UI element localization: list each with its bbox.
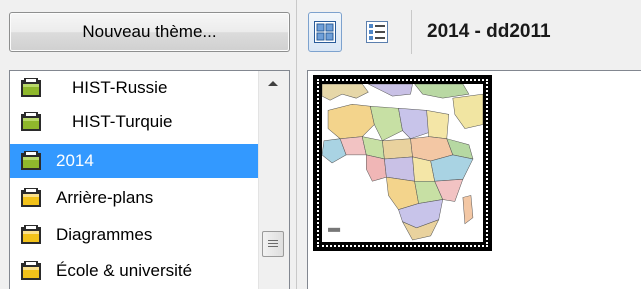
theme-item-label: 2014	[56, 151, 94, 170]
thumbnail-selection-frame	[317, 79, 488, 247]
theme-item-arriere-plans[interactable]: Arrière-plans	[10, 181, 260, 215]
album-title: 2014 - dd2011	[427, 21, 551, 42]
thumb-grip	[268, 240, 278, 241]
thumb-grip	[268, 243, 278, 244]
list-view-button[interactable]	[360, 12, 394, 52]
list-view-icon	[366, 21, 388, 43]
theme-item-label: HIST-Russie	[72, 78, 168, 97]
theme-item-2014[interactable]: 2014	[10, 144, 260, 178]
folder-icon	[21, 188, 41, 207]
scroll-up-arrow-icon[interactable]	[268, 81, 278, 86]
grid-view-button[interactable]	[308, 12, 342, 52]
theme-list[interactable]: HIST-Russie HIST-Turquie 2014 Arrière-pl…	[9, 70, 290, 289]
scroll-thumb[interactable]	[262, 231, 284, 257]
folder-icon	[21, 151, 41, 170]
new-theme-button[interactable]: Nouveau thème...	[9, 12, 290, 52]
africa-map-thumbnail	[322, 84, 483, 242]
theme-item-label: HIST-Turquie	[72, 112, 173, 131]
pane-splitter[interactable]	[296, 0, 297, 289]
folder-icon	[21, 112, 41, 131]
theme-item-label: École & université	[56, 261, 193, 280]
gallery-thumbnail[interactable]	[313, 75, 492, 251]
folder-icon	[21, 261, 41, 280]
theme-item-hist-turquie[interactable]: HIST-Turquie	[10, 105, 260, 139]
grid-view-icon	[314, 21, 336, 43]
theme-item-label: Diagrammes	[56, 225, 153, 244]
folder-icon	[21, 225, 41, 244]
thumb-grip	[268, 246, 278, 247]
gallery-panel[interactable]	[307, 70, 641, 289]
theme-item-label: Arrière-plans	[56, 188, 154, 207]
theme-item-ecole-universite[interactable]: École & université	[10, 254, 260, 288]
folder-icon	[21, 78, 41, 97]
toolbar-separator	[411, 10, 412, 54]
theme-item-diagrammes[interactable]: Diagrammes	[10, 218, 260, 252]
theme-item-hist-russie[interactable]: HIST-Russie	[10, 71, 260, 105]
theme-list-scrollbar[interactable]	[258, 71, 289, 289]
